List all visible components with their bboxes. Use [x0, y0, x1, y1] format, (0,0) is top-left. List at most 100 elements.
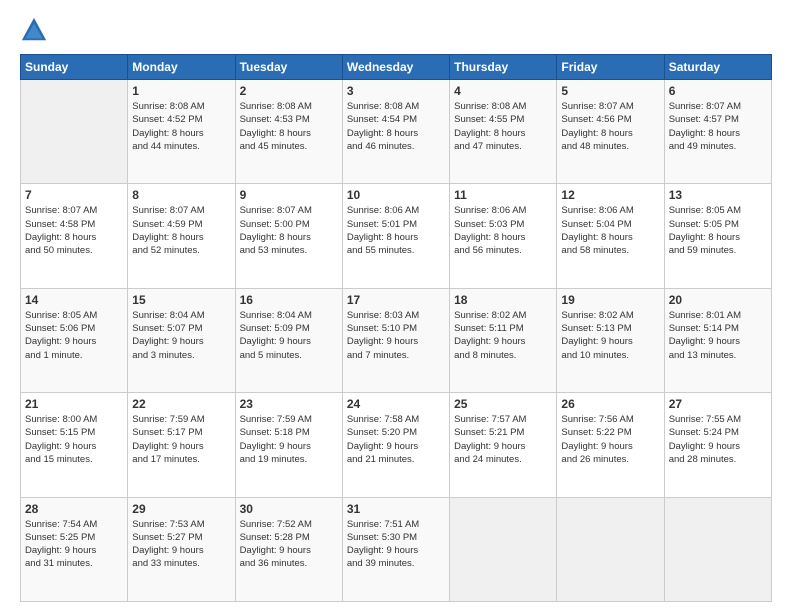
day-info: Sunrise: 8:07 AM Sunset: 4:59 PM Dayligh… — [132, 204, 230, 257]
day-number: 5 — [561, 84, 659, 98]
calendar-cell: 31 Sunrise: 7:51 AM Sunset: 5:30 PM Dayli… — [342, 497, 449, 601]
calendar-cell: 6 Sunrise: 8:07 AM Sunset: 4:57 PM Daylig… — [664, 80, 771, 184]
calendar-cell: 30Sunrise: 7:52 AM Sunset: 5:28 PM Dayli… — [235, 497, 342, 601]
calendar-week-2: 7 Sunrise: 8:07 AM Sunset: 4:58 PM Daylig… — [21, 184, 772, 288]
day-info: Sunrise: 8:07 AM Sunset: 4:57 PM Dayligh… — [669, 100, 767, 153]
logo-icon — [20, 16, 48, 44]
day-info: Sunrise: 8:06 AM Sunset: 5:03 PM Dayligh… — [454, 204, 552, 257]
day-number: 21 — [25, 397, 123, 411]
day-number: 12 — [561, 188, 659, 202]
calendar-cell: 18 Sunrise: 8:02 AM Sunset: 5:11 PM Dayli… — [450, 288, 557, 392]
calendar-header-friday: Friday — [557, 55, 664, 80]
calendar-cell: 24 Sunrise: 7:58 AM Sunset: 5:20 PM Dayli… — [342, 393, 449, 497]
calendar-cell: 20 Sunrise: 8:01 AM Sunset: 5:14 PM Dayli… — [664, 288, 771, 392]
day-number: 24 — [347, 397, 445, 411]
calendar-cell: 12 Sunrise: 8:06 AM Sunset: 5:04 PM Dayli… — [557, 184, 664, 288]
calendar-cell: 26Sunrise: 7:56 AM Sunset: 5:22 PM Dayli… — [557, 393, 664, 497]
day-number: 2 — [240, 84, 338, 98]
calendar-cell: 7 Sunrise: 8:07 AM Sunset: 4:58 PM Daylig… — [21, 184, 128, 288]
day-info: Sunrise: 7:55 AM Sunset: 5:24 PM Dayligh… — [669, 413, 767, 466]
day-info: Sunrise: 7:56 AM Sunset: 5:22 PM Dayligh… — [561, 413, 659, 466]
calendar-week-1: 1 Sunrise: 8:08 AM Sunset: 4:52 PM Daylig… — [21, 80, 772, 184]
day-number: 6 — [669, 84, 767, 98]
calendar-cell: 8 Sunrise: 8:07 AM Sunset: 4:59 PM Daylig… — [128, 184, 235, 288]
day-info: Sunrise: 8:01 AM Sunset: 5:14 PM Dayligh… — [669, 309, 767, 362]
day-info: Sunrise: 8:03 AM Sunset: 5:10 PM Dayligh… — [347, 309, 445, 362]
day-number: 19 — [561, 293, 659, 307]
day-info: Sunrise: 8:02 AM Sunset: 5:13 PM Dayligh… — [561, 309, 659, 362]
day-info: Sunrise: 7:59 AM Sunset: 5:17 PM Dayligh… — [132, 413, 230, 466]
day-number: 31 — [347, 502, 445, 516]
day-info: Sunrise: 8:07 AM Sunset: 4:58 PM Dayligh… — [25, 204, 123, 257]
day-number: 13 — [669, 188, 767, 202]
calendar-cell: 1 Sunrise: 8:08 AM Sunset: 4:52 PM Daylig… — [128, 80, 235, 184]
calendar-cell — [450, 497, 557, 601]
day-number: 27 — [669, 397, 767, 411]
day-number: 3 — [347, 84, 445, 98]
calendar-cell: 15 Sunrise: 8:04 AM Sunset: 5:07 PM Dayli… — [128, 288, 235, 392]
calendar-cell: 4Sunrise: 8:08 AM Sunset: 4:55 PM Daylig… — [450, 80, 557, 184]
day-info: Sunrise: 7:57 AM Sunset: 5:21 PM Dayligh… — [454, 413, 552, 466]
day-info: Sunrise: 7:59 AM Sunset: 5:18 PM Dayligh… — [240, 413, 338, 466]
calendar-cell: 29Sunrise: 7:53 AM Sunset: 5:27 PM Dayli… — [128, 497, 235, 601]
page: SundayMondayTuesdayWednesdayThursdayFrid… — [0, 0, 792, 612]
day-number: 4 — [454, 84, 552, 98]
day-info: Sunrise: 8:04 AM Sunset: 5:09 PM Dayligh… — [240, 309, 338, 362]
day-number: 17 — [347, 293, 445, 307]
calendar-cell: 25 Sunrise: 7:57 AM Sunset: 5:21 PM Dayli… — [450, 393, 557, 497]
calendar-cell — [21, 80, 128, 184]
day-info: Sunrise: 8:00 AM Sunset: 5:15 PM Dayligh… — [25, 413, 123, 466]
day-number: 7 — [25, 188, 123, 202]
day-info: Sunrise: 8:06 AM Sunset: 5:04 PM Dayligh… — [561, 204, 659, 257]
day-number: 8 — [132, 188, 230, 202]
logo — [20, 16, 52, 44]
calendar-cell: 17 Sunrise: 8:03 AM Sunset: 5:10 PM Dayli… — [342, 288, 449, 392]
day-info: Sunrise: 8:05 AM Sunset: 5:05 PM Dayligh… — [669, 204, 767, 257]
day-info: Sunrise: 8:04 AM Sunset: 5:07 PM Dayligh… — [132, 309, 230, 362]
calendar-cell: 28 Sunrise: 7:54 AM Sunset: 5:25 PM Dayli… — [21, 497, 128, 601]
calendar-cell: 2 Sunrise: 8:08 AM Sunset: 4:53 PM Daylig… — [235, 80, 342, 184]
calendar-cell: 22 Sunrise: 7:59 AM Sunset: 5:17 PM Dayli… — [128, 393, 235, 497]
day-info: Sunrise: 7:52 AM Sunset: 5:28 PM Dayligh… — [240, 518, 338, 571]
day-info: Sunrise: 7:58 AM Sunset: 5:20 PM Dayligh… — [347, 413, 445, 466]
day-info: Sunrise: 8:06 AM Sunset: 5:01 PM Dayligh… — [347, 204, 445, 257]
calendar-cell: 21 Sunrise: 8:00 AM Sunset: 5:15 PM Dayli… — [21, 393, 128, 497]
day-number: 10 — [347, 188, 445, 202]
day-info: Sunrise: 8:05 AM Sunset: 5:06 PM Dayligh… — [25, 309, 123, 362]
calendar-cell: 23 Sunrise: 7:59 AM Sunset: 5:18 PM Dayli… — [235, 393, 342, 497]
day-info: Sunrise: 8:07 AM Sunset: 5:00 PM Dayligh… — [240, 204, 338, 257]
calendar-week-5: 28 Sunrise: 7:54 AM Sunset: 5:25 PM Dayli… — [21, 497, 772, 601]
calendar-cell: 19 Sunrise: 8:02 AM Sunset: 5:13 PM Dayli… — [557, 288, 664, 392]
day-number: 18 — [454, 293, 552, 307]
day-info: Sunrise: 8:02 AM Sunset: 5:11 PM Dayligh… — [454, 309, 552, 362]
day-info: Sunrise: 8:08 AM Sunset: 4:52 PM Dayligh… — [132, 100, 230, 153]
day-number: 16 — [240, 293, 338, 307]
day-number: 29 — [132, 502, 230, 516]
calendar-cell: 13 Sunrise: 8:05 AM Sunset: 5:05 PM Dayli… — [664, 184, 771, 288]
calendar-header-wednesday: Wednesday — [342, 55, 449, 80]
calendar-header-tuesday: Tuesday — [235, 55, 342, 80]
day-info: Sunrise: 8:07 AM Sunset: 4:56 PM Dayligh… — [561, 100, 659, 153]
day-number: 28 — [25, 502, 123, 516]
calendar-week-3: 14 Sunrise: 8:05 AM Sunset: 5:06 PM Dayli… — [21, 288, 772, 392]
day-number: 15 — [132, 293, 230, 307]
day-number: 25 — [454, 397, 552, 411]
calendar-header-row: SundayMondayTuesdayWednesdayThursdayFrid… — [21, 55, 772, 80]
day-number: 23 — [240, 397, 338, 411]
day-number: 1 — [132, 84, 230, 98]
day-number: 9 — [240, 188, 338, 202]
day-number: 14 — [25, 293, 123, 307]
day-info: Sunrise: 7:54 AM Sunset: 5:25 PM Dayligh… — [25, 518, 123, 571]
calendar-cell — [664, 497, 771, 601]
calendar-cell: 16 Sunrise: 8:04 AM Sunset: 5:09 PM Dayli… — [235, 288, 342, 392]
calendar-cell: 3 Sunrise: 8:08 AM Sunset: 4:54 PM Daylig… — [342, 80, 449, 184]
calendar-week-4: 21 Sunrise: 8:00 AM Sunset: 5:15 PM Dayli… — [21, 393, 772, 497]
day-info: Sunrise: 8:08 AM Sunset: 4:53 PM Dayligh… — [240, 100, 338, 153]
day-number: 22 — [132, 397, 230, 411]
calendar-header-sunday: Sunday — [21, 55, 128, 80]
calendar-header-monday: Monday — [128, 55, 235, 80]
day-info: Sunrise: 7:51 AM Sunset: 5:30 PM Dayligh… — [347, 518, 445, 571]
day-info: Sunrise: 8:08 AM Sunset: 4:54 PM Dayligh… — [347, 100, 445, 153]
day-number: 20 — [669, 293, 767, 307]
calendar-cell: 9 Sunrise: 8:07 AM Sunset: 5:00 PM Daylig… — [235, 184, 342, 288]
